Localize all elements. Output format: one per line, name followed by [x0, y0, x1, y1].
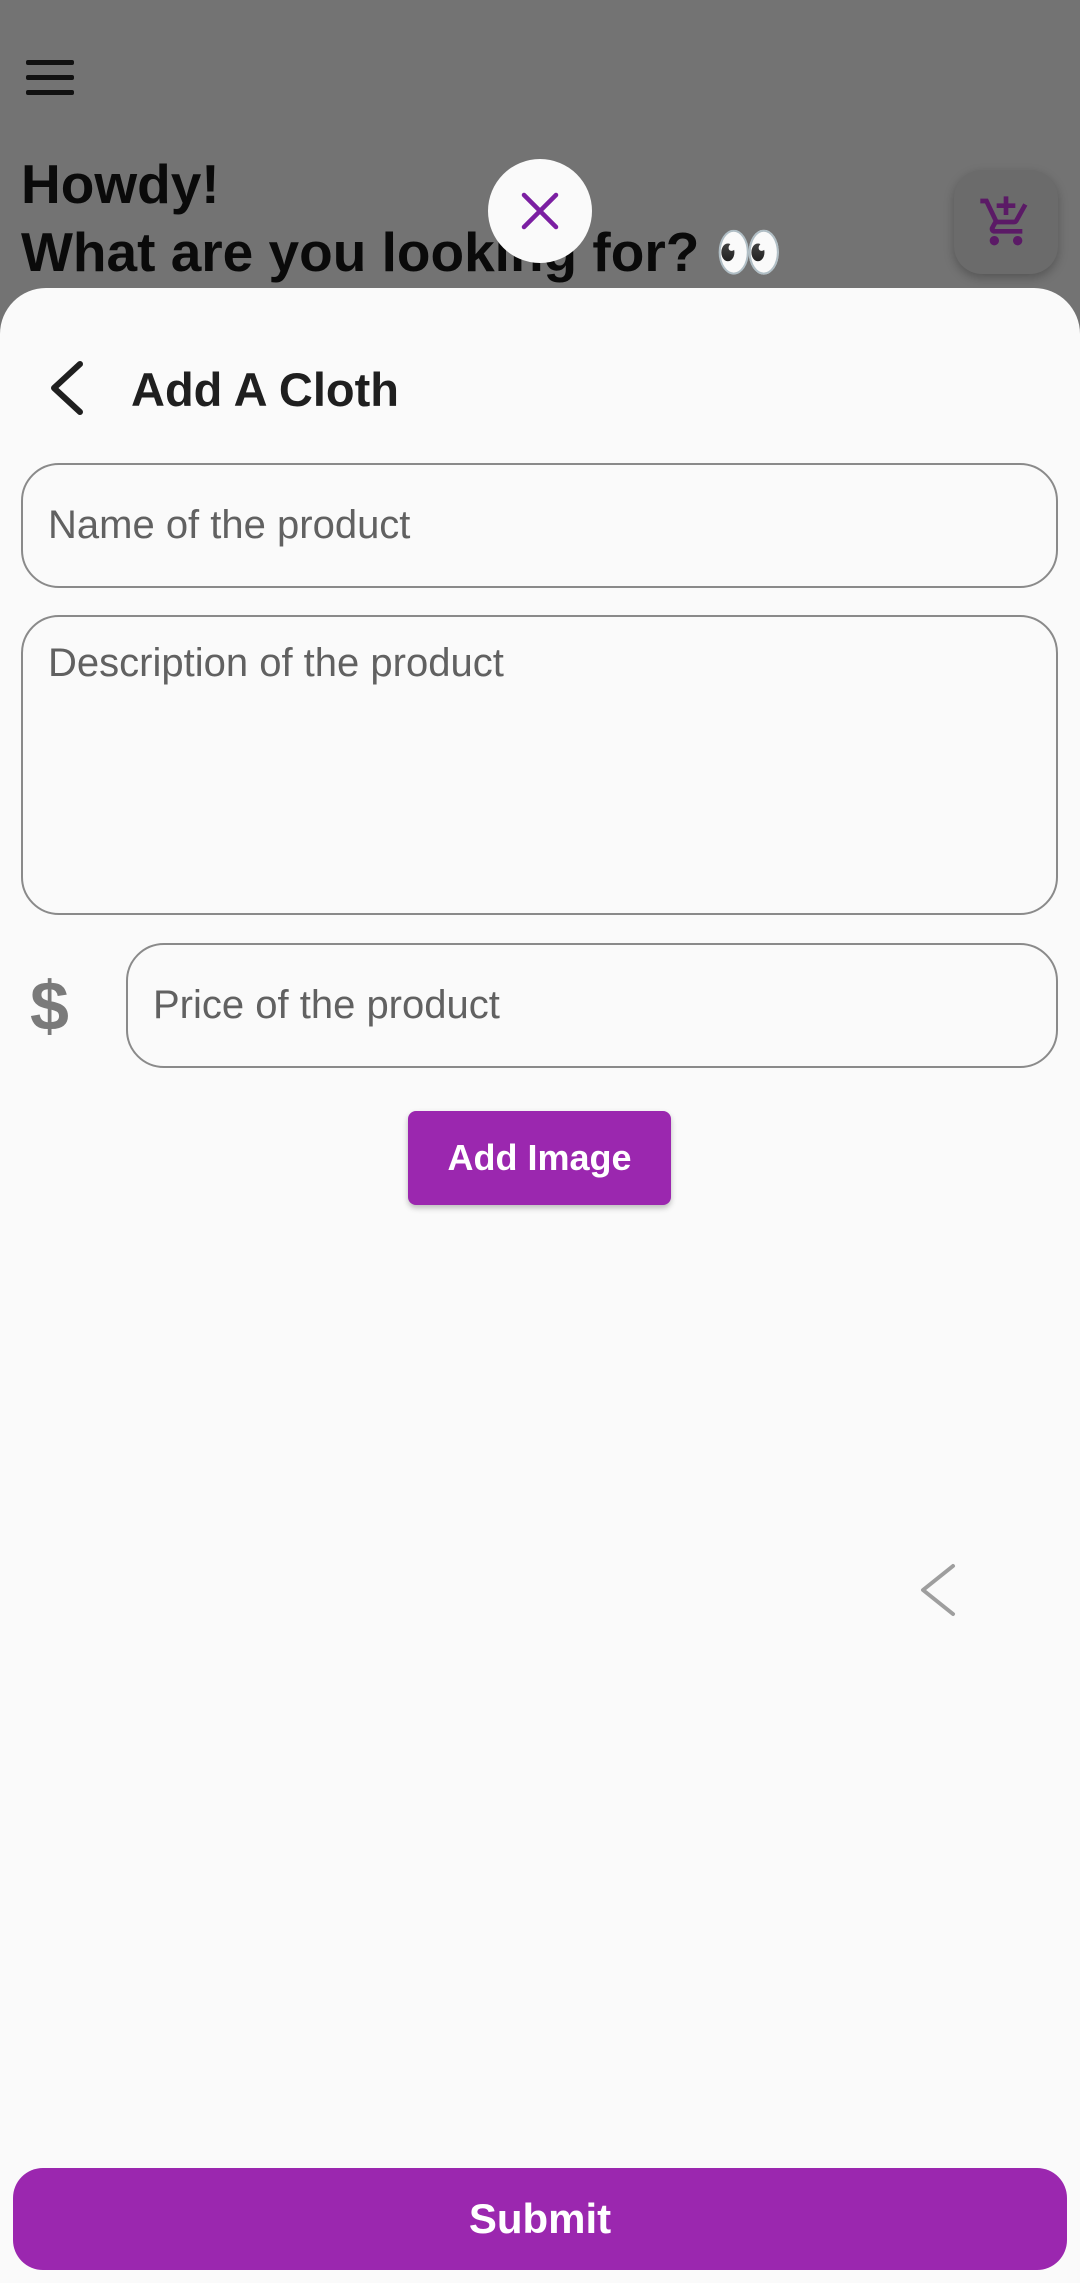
cart-button[interactable]: [954, 170, 1058, 274]
greeting-line-1: Howdy!: [21, 153, 220, 215]
product-price-input[interactable]: [126, 943, 1058, 1068]
add-image-button[interactable]: Add Image: [408, 1111, 671, 1205]
chevron-left-icon[interactable]: [915, 1560, 960, 1620]
product-name-input[interactable]: [21, 463, 1058, 588]
cart-add-icon: [980, 196, 1028, 246]
sheet-title: Add A Cloth: [131, 363, 400, 416]
greeting-line-2: What are you looking for? 👀: [21, 221, 784, 283]
submit-button[interactable]: Submit: [13, 2168, 1067, 2270]
dollar-icon: $: [30, 967, 69, 1045]
greeting: Howdy! What are you looking for? 👀: [21, 150, 783, 286]
product-description-input[interactable]: [21, 615, 1058, 915]
close-modal-button[interactable]: [488, 159, 592, 263]
add-cloth-sheet: Add A Cloth $ Add Image Submit: [0, 288, 1080, 2283]
close-icon: [521, 192, 559, 230]
hamburger-menu-icon[interactable]: [26, 60, 80, 100]
chevron-left-icon[interactable]: [44, 360, 92, 416]
